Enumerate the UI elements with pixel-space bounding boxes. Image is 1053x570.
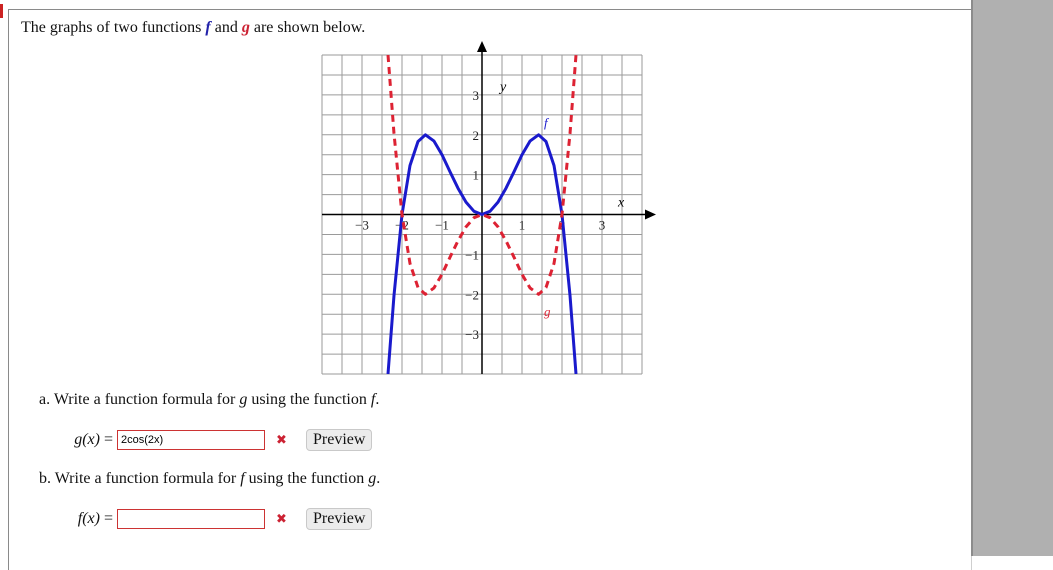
part-a-text-prefix: Write a function formula for (50, 391, 240, 408)
part-b-text-suffix: . (376, 470, 381, 487)
part-b-lhs-fn: f(x) (77, 510, 100, 527)
x-tick-label: −1 (435, 218, 449, 233)
y-axis-arrow-icon (477, 41, 487, 52)
incorrect-icon: ✖ (276, 511, 287, 526)
g-formula-input[interactable] (117, 430, 265, 450)
part-a-text-mid: using the function (247, 391, 371, 408)
part-b-lhs: f(x) = (36, 510, 117, 528)
f-formula-input[interactable] (117, 509, 265, 529)
y-tick-label: 2 (473, 128, 480, 143)
y-tick-label: 3 (473, 88, 480, 103)
x-axis-arrow-icon (645, 209, 656, 220)
part-a-question: a. Write a function formula for g using … (39, 391, 379, 409)
part-a-answer-row: g(x) = ✖ Preview (36, 429, 373, 451)
y-axis-label: y (498, 80, 507, 95)
axes (322, 41, 656, 374)
part-b-text-prefix: Write a function formula for (51, 470, 241, 487)
part-b-label: b. (39, 470, 51, 487)
y-tick-label: −2 (465, 287, 479, 302)
part-a-lhs-fn: g(x) (74, 431, 100, 448)
part-a-lhs-eq: = (99, 431, 113, 448)
part-a-text-suffix: . (375, 391, 380, 408)
part-a-lhs: g(x) = (36, 431, 117, 449)
x-tick-label: −3 (355, 218, 369, 233)
part-b-question: b. Write a function formula for f using … (39, 470, 380, 488)
x-axis-label: x (617, 196, 625, 211)
x-tick-label: 1 (519, 218, 526, 233)
curve-label-f: f (544, 115, 550, 130)
y-tick-label: −3 (465, 327, 479, 342)
y-tick-label: −1 (465, 247, 479, 262)
preview-button-a[interactable]: Preview (306, 429, 373, 451)
part-b-text-mid: using the function (244, 470, 369, 487)
y-tick-label: 1 (473, 168, 480, 183)
part-b-lhs-eq: = (99, 510, 113, 527)
x-tick-label: 3 (599, 218, 606, 233)
curve-label-g: g (544, 304, 551, 319)
part-b-answer-row: f(x) = ✖ Preview (36, 508, 373, 530)
function-graph: xy−3 −2 −1 1 2 3321−1−2−3 fg (321, 41, 656, 375)
part-a-label: a. (39, 391, 51, 408)
preview-button-b[interactable]: Preview (306, 508, 373, 530)
incorrect-icon: ✖ (276, 432, 287, 447)
